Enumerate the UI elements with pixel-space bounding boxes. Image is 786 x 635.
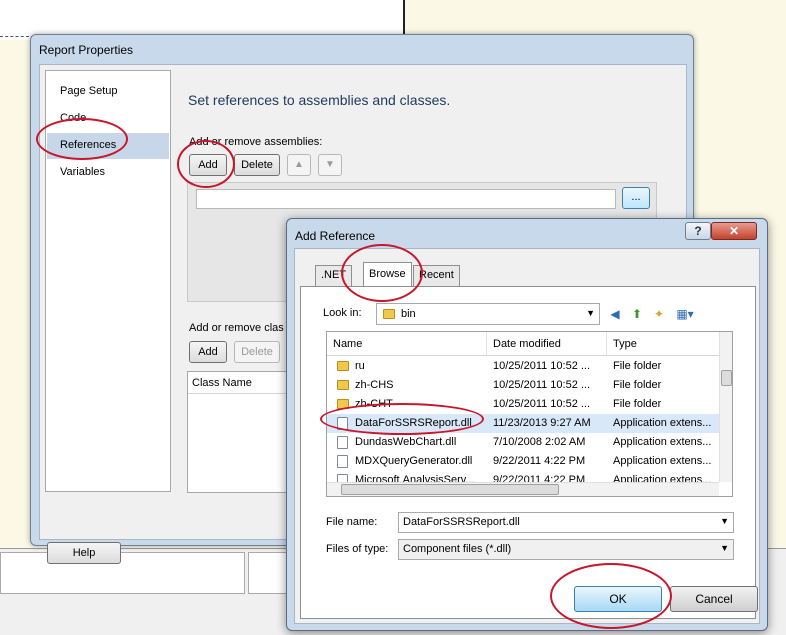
add-class-button[interactable]: Add [189,341,227,363]
file-list-header: Name Date modified Type [327,332,719,356]
vertical-scrollbar[interactable] [719,332,732,482]
list-item-selected[interactable]: DataForSSRSReport.dll 11/23/2013 9:27 AM… [327,414,719,433]
file-date: 9/22/2011 4:22 PM [493,474,586,482]
list-item[interactable]: zh-CHS 10/25/2011 10:52 ... File folder [327,376,719,395]
classes-label: Add or remove clas [189,322,284,334]
tab-recent[interactable]: Recent [413,265,460,286]
file-date: 9/22/2011 4:22 PM [493,455,586,467]
dll-file-icon [337,436,348,449]
assemblies-label: Add or remove assemblies: [189,136,323,148]
delete-class-button: Delete [234,341,280,363]
file-type: File folder [613,360,662,372]
column-name[interactable]: Name [327,332,487,356]
browse-assembly-button[interactable]: ... [622,187,650,209]
file-name-label: File name: [326,516,378,528]
new-folder-icon[interactable]: ✦ [650,306,668,322]
file-type: Application extens... [613,474,712,482]
file-name-value: DataForSSRSReport.dll [403,516,520,528]
file-name: DundasWebChart.dll [355,436,457,448]
file-type: Application extens... [613,417,712,429]
file-name: MDXQueryGenerator.dll [355,455,473,467]
horizontal-scrollbar[interactable] [327,482,719,496]
file-date: 10/25/2011 10:52 ... [493,398,591,410]
file-name: zh-CHT [355,398,393,410]
back-icon[interactable]: ◀ [606,306,624,322]
add-assembly-button[interactable]: Add [189,154,227,176]
list-item[interactable]: zh-CHT 10/25/2011 10:52 ... File folder [327,395,719,414]
page-title: Set references to assemblies and classes… [188,92,451,108]
nav-item-variables[interactable]: Variables [47,160,169,186]
folder-icon [337,380,349,390]
tab-dotnet[interactable]: .NET [315,265,353,286]
dll-file-icon [337,417,348,430]
file-name: ru [355,360,365,372]
file-name: DataForSSRSReport.dll [355,417,472,429]
dll-file-icon [337,455,348,468]
look-in-dropdown[interactable]: bin ▼ [376,303,600,325]
view-menu-icon[interactable]: ▦▾ [672,306,698,322]
column-type[interactable]: Type [607,332,719,356]
file-name: Microsoft.AnalysisServ... [355,474,475,482]
chevron-down-icon: ▼ [720,516,729,526]
column-date-modified[interactable]: Date modified [487,332,607,356]
file-type-label: Files of type: [326,543,389,555]
file-name-input[interactable]: DataForSSRSReport.dll ▼ [398,512,734,533]
help-icon[interactable]: ? [685,222,711,240]
look-in-label: Look in: [323,307,362,319]
file-date: 7/10/2008 2:02 AM [493,436,586,448]
folder-icon [337,399,349,409]
folder-icon [337,361,349,371]
cancel-button[interactable]: Cancel [670,586,758,612]
dialog-title: Add Reference [295,229,376,243]
list-item[interactable]: DundasWebChart.dll 7/10/2008 2:02 AM App… [327,433,719,452]
close-icon[interactable]: ✕ [711,222,757,240]
scroll-thumb[interactable] [341,484,559,495]
assembly-path-input[interactable] [196,189,616,209]
list-item[interactable]: Microsoft.AnalysisServ... 9/22/2011 4:22… [327,471,719,482]
classes-table: Class Name [187,371,297,493]
nav-item-references[interactable]: References [47,133,169,159]
file-type: Application extens... [613,436,712,448]
file-type: File folder [613,398,662,410]
background-cell [0,552,245,594]
nav-item-page-setup[interactable]: Page Setup [47,79,169,105]
scroll-thumb[interactable] [721,370,732,386]
dialog-title: Report Properties [39,43,134,57]
file-type-value: Component files (*.dll) [403,543,512,555]
class-name-header: Class Name [188,372,296,394]
tab-browse[interactable]: Browse [363,262,412,287]
file-name: zh-CHS [355,379,394,391]
chevron-down-icon: ▼ [586,308,595,318]
file-date: 11/23/2013 9:27 AM [493,417,591,429]
file-type: Application extens... [613,455,712,467]
delete-assembly-button[interactable]: Delete [234,154,280,176]
nav-item-code[interactable]: Code [47,106,169,132]
file-type-select[interactable]: Component files (*.dll) ▼ [398,539,734,560]
up-arrow-icon[interactable]: ▲ [287,154,311,176]
folder-icon [383,309,395,319]
file-date: 10/25/2011 10:52 ... [493,379,591,391]
add-reference-dialog: Add Reference ? ✕ .NET Browse Recent Loo… [286,218,768,631]
file-date: 10/25/2011 10:52 ... [493,360,591,372]
file-type: File folder [613,379,662,391]
look-in-value: bin [401,308,416,320]
dialog-body: .NET Browse Recent Look in: bin ▼ ◀ ⬆ ✦ … [294,248,760,624]
down-arrow-icon[interactable]: ▼ [318,154,342,176]
properties-nav: Page Setup Code References Variables [45,70,171,492]
browse-tab-page: Look in: bin ▼ ◀ ⬆ ✦ ▦▾ Name Date modifi… [300,286,758,619]
help-button[interactable]: Help [47,542,121,564]
dll-file-icon [337,474,348,482]
list-item[interactable]: MDXQueryGenerator.dll 9/22/2011 4:22 PM … [327,452,719,471]
ok-button[interactable]: OK [574,586,662,612]
up-folder-icon[interactable]: ⬆ [628,306,646,322]
chevron-down-icon: ▼ [720,543,729,553]
list-item[interactable]: ru 10/25/2011 10:52 ... File folder [327,357,719,376]
file-list: Name Date modified Type ru 10/25/2011 10… [326,331,733,497]
